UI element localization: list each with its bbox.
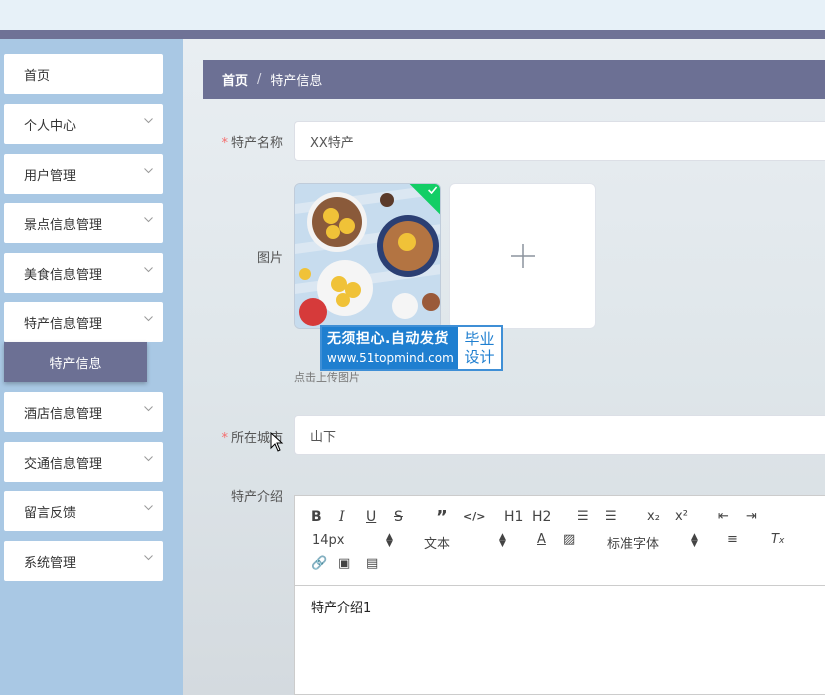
name-input[interactable]: XX特产 — [294, 121, 825, 161]
sidebar-item-user-management[interactable]: 用户管理 — [4, 154, 163, 194]
sidebar-item-label: 酒店信息管理 — [24, 406, 103, 422]
sidebar-subitem-specialty-info[interactable]: 特产信息 — [4, 342, 147, 382]
h1-button[interactable]: H1 — [504, 509, 523, 525]
font-color-icon[interactable]: A — [537, 532, 546, 547]
intro-label: 特产介绍 — [230, 490, 283, 505]
image-label: 图片 — [256, 251, 283, 266]
paragraph-select[interactable]: 文本 ▲ ▼ — [424, 532, 506, 553]
font-size-select[interactable]: 14px ▲ ▼ — [312, 532, 394, 549]
sidebar-subitem-label: 特产信息 — [49, 356, 102, 372]
h2-button[interactable]: H2 — [532, 509, 551, 525]
sidebar-item-label: 交通信息管理 — [24, 456, 103, 472]
subscript-icon[interactable]: x₂ — [647, 509, 660, 524]
watermark-right2: 设计 — [464, 348, 495, 366]
sidebar-item-label: 景点信息管理 — [24, 217, 103, 233]
sidebar-item-hotel-management[interactable]: 酒店信息管理 — [4, 392, 163, 432]
bullet-list-icon[interactable]: ☰ — [605, 509, 617, 524]
plus-icon — [510, 244, 535, 268]
select-arrows-icon: ▲ ▼ — [691, 532, 698, 549]
outdent-icon[interactable]: ⇤ — [718, 509, 729, 524]
sidebar-item-home[interactable]: 首页 — [4, 54, 163, 94]
select-arrows-icon: ▲ ▼ — [386, 532, 393, 549]
sidebar-item-label: 首页 — [24, 68, 51, 84]
superscript-icon[interactable]: x² — [675, 509, 688, 524]
breadcrumb: 首页 / 特产信息 — [203, 60, 825, 99]
food-photo — [295, 184, 440, 328]
watermark-line1: 无须担心.自动发货 — [327, 331, 449, 347]
sidebar-item-system-management[interactable]: 系统管理 — [4, 541, 163, 581]
sidebar-item-feedback[interactable]: 留言反馈 — [4, 491, 163, 531]
top-bar — [0, 0, 825, 30]
mouse-cursor-icon — [270, 432, 284, 452]
align-icon[interactable]: ≡ — [727, 532, 738, 547]
sidebar-item-label: 特产信息管理 — [24, 316, 103, 332]
chevron-down-icon — [144, 406, 153, 414]
city-label: * 所在城市 — [221, 431, 283, 446]
sidebar-item-label: 个人中心 — [24, 118, 77, 134]
upload-tip: 点击上传图片 — [294, 371, 360, 384]
rich-text-editor[interactable]: B I U S ” </> H1 H2 ☰ ☰ x₂ x² ⇤ ⇥ 14px ▲… — [294, 495, 825, 695]
upload-add-button[interactable] — [449, 183, 596, 329]
background-color-icon[interactable]: ▨ — [563, 532, 575, 547]
clear-format-icon[interactable]: Tx — [771, 532, 784, 547]
italic-icon[interactable]: I — [339, 509, 345, 525]
breadcrumb-separator: / — [257, 72, 262, 87]
sidebar-item-label: 系统管理 — [24, 555, 77, 571]
chevron-down-icon — [144, 555, 153, 563]
breadcrumb-home[interactable]: 首页 — [222, 70, 248, 89]
check-icon — [428, 186, 438, 194]
sidebar-item-label: 用户管理 — [24, 168, 77, 184]
sidebar-item-specialty-management[interactable]: 特产信息管理 — [4, 302, 163, 342]
required-mark: * — [221, 136, 228, 151]
sidebar-item-traffic-management[interactable]: 交通信息管理 — [4, 442, 163, 482]
strikethrough-icon[interactable]: S — [394, 509, 403, 525]
chevron-down-icon — [144, 505, 153, 513]
ordered-list-icon[interactable]: ☰ — [577, 509, 589, 524]
chevron-down-icon — [144, 168, 153, 176]
name-input-value: XX特产 — [310, 135, 354, 151]
chevron-down-icon — [144, 267, 153, 275]
blockquote-icon[interactable]: ” — [436, 507, 448, 528]
chevron-down-icon — [144, 217, 153, 225]
font-family-select[interactable]: 标准字体 ▲ ▼ — [607, 532, 702, 553]
indent-icon[interactable]: ⇥ — [746, 509, 757, 524]
bold-icon[interactable]: B — [311, 509, 322, 525]
required-mark: * — [221, 431, 228, 446]
top-accent-line — [0, 30, 825, 39]
city-input[interactable]: 山下 — [294, 415, 825, 455]
city-input-value: 山下 — [310, 429, 337, 445]
uploaded-image-thumbnail[interactable] — [294, 183, 441, 329]
sidebar-item-label: 美食信息管理 — [24, 267, 103, 283]
chevron-up-icon — [144, 316, 153, 324]
chevron-down-icon — [144, 118, 153, 126]
underline-icon[interactable]: U — [366, 509, 376, 525]
image-icon[interactable]: ▣ — [338, 556, 350, 571]
video-icon[interactable]: ▤ — [366, 556, 378, 571]
watermark-line2: www.51topmind.com — [327, 351, 454, 365]
select-arrows-icon: ▲ ▼ — [499, 532, 506, 549]
watermark-banner: 无须担心.自动发货 www.51topmind.com 毕业 设计 — [320, 325, 503, 371]
chevron-down-icon — [144, 456, 153, 464]
sidebar-item-personal-center[interactable]: 个人中心 — [4, 104, 163, 144]
code-block-icon[interactable]: </> — [463, 510, 485, 523]
editor-content[interactable]: 特产介绍1 — [311, 597, 371, 616]
editor-toolbar: B I U S ” </> H1 H2 ☰ ☰ x₂ x² ⇤ ⇥ 14px ▲… — [295, 496, 825, 586]
sidebar-item-label: 留言反馈 — [24, 505, 77, 521]
sidebar-item-scenic-management[interactable]: 景点信息管理 — [4, 203, 163, 243]
link-icon[interactable]: 🔗 — [311, 556, 327, 571]
breadcrumb-current: 特产信息 — [270, 74, 323, 89]
watermark-right1: 毕业 — [464, 330, 495, 348]
sidebar-item-food-management[interactable]: 美食信息管理 — [4, 253, 163, 293]
name-label: * 特产名称 — [221, 136, 283, 151]
